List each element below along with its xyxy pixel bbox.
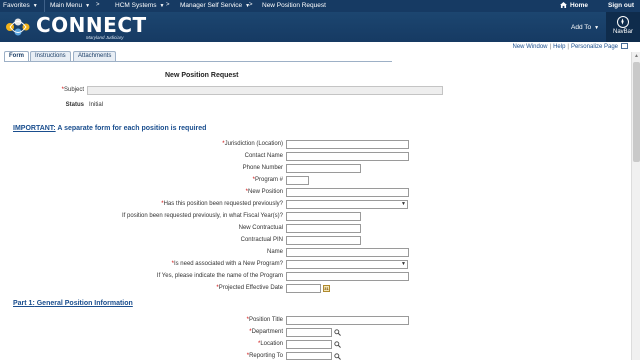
program-name-label: If Yes, please indicate the name of the … — [156, 273, 283, 279]
home-link[interactable]: Home — [560, 2, 588, 9]
vertical-scrollbar[interactable]: ▲ — [631, 52, 640, 360]
logo-text: CONNECT — [36, 13, 147, 37]
contractual-pin-label: Contractual PIN — [240, 237, 283, 243]
breadcrumb-separator: > — [249, 2, 253, 8]
contact-name-input[interactable] — [286, 152, 409, 161]
chevron-down-icon: ▼ — [401, 201, 406, 207]
breadcrumb-hcm-systems[interactable]: HCM Systems ▼ — [115, 2, 164, 9]
effective-date-input[interactable] — [286, 284, 321, 293]
subject-field — [87, 86, 443, 95]
requested-previously-select[interactable]: ▼ — [286, 200, 408, 209]
location-label: *Location — [257, 341, 283, 347]
breadcrumb-separator: > — [166, 2, 170, 8]
sign-out-link[interactable]: Sign out — [608, 2, 634, 9]
search-icon[interactable] — [334, 329, 341, 336]
status-label: Status — [65, 102, 84, 108]
new-contractual-input[interactable] — [286, 224, 361, 233]
logo-swirl-icon — [6, 18, 30, 36]
status-value: Initial — [89, 102, 104, 108]
tab-divider — [4, 61, 392, 62]
department-input[interactable] — [286, 328, 332, 337]
program-name-input[interactable] — [286, 272, 409, 281]
personalize-page-link[interactable]: Personalize Page — [571, 44, 618, 50]
chevron-down-icon: ▼ — [159, 3, 165, 9]
chevron-down-icon: ▼ — [32, 3, 38, 9]
nav-divider — [44, 0, 45, 12]
position-title-input[interactable] — [286, 316, 409, 325]
name-input[interactable] — [286, 248, 409, 257]
position-title-label: *Position Title — [246, 317, 283, 323]
jurisdiction-input[interactable] — [286, 140, 409, 149]
add-to-menu[interactable]: Add To ▼ — [571, 24, 599, 31]
link-divider: | — [549, 44, 552, 50]
breadcrumb-separator: > — [96, 2, 100, 8]
fiscal-year-label: If position been requested previously, i… — [122, 213, 283, 219]
jurisdiction-label: *Jurisdiction (Location) — [222, 141, 283, 147]
name-label: Name — [266, 249, 283, 255]
favorites-menu[interactable]: Favorites ▼ — [3, 2, 38, 9]
main-menu[interactable]: Main Menu ▼ — [50, 2, 90, 9]
compass-icon — [617, 16, 629, 28]
new-window-link[interactable]: New Window — [512, 44, 547, 50]
new-position-label: *New Position — [245, 189, 283, 195]
requested-previously-label: *Has this position been requested previo… — [161, 201, 283, 207]
new-position-input[interactable] — [286, 188, 409, 197]
search-icon[interactable] — [334, 341, 341, 348]
subject-label: *Subject — [61, 87, 84, 93]
fiscal-year-input[interactable] — [286, 212, 361, 221]
help-link[interactable]: Help — [553, 44, 565, 50]
calendar-icon[interactable]: 31 — [323, 285, 330, 292]
tab-instructions[interactable]: Instructions — [30, 51, 71, 61]
new-program-label: *Is need associated with a New Program? — [171, 261, 283, 267]
link-divider: | — [567, 44, 569, 50]
grid-icon[interactable] — [621, 43, 628, 49]
program-number-label: *Program # — [252, 177, 283, 183]
navbar-button[interactable]: NavBar — [606, 12, 640, 42]
chevron-down-icon: ▼ — [594, 25, 600, 31]
phone-number-input[interactable] — [286, 164, 361, 173]
search-icon[interactable] — [334, 353, 341, 360]
top-nav: Favorites ▼ Main Menu ▼ > HCM Systems ▼ > M… — [0, 0, 640, 12]
department-label: *Department — [249, 329, 283, 335]
part1-heading: Part 1: General Position Information — [13, 300, 133, 307]
effective-date-label: *Projected Effective Date — [216, 285, 283, 291]
scroll-thumb[interactable] — [633, 62, 640, 162]
reporting-to-input[interactable] — [286, 352, 332, 360]
page-links: New Window | Help | Personalize Page — [512, 43, 628, 50]
breadcrumb-current-page: New Position Request — [262, 2, 326, 9]
tab-attachments[interactable]: Attachments — [73, 51, 117, 61]
important-note: IMPORTANT: A separate form for each posi… — [13, 125, 207, 132]
new-program-select[interactable]: ▼ — [286, 260, 408, 269]
logo-subtitle: Maryland Judiciary — [86, 35, 124, 40]
contractual-pin-input[interactable] — [286, 236, 361, 245]
contact-name-label: Contact Name — [244, 153, 283, 159]
breadcrumb-manager-self-service[interactable]: Manager Self Service ▼ — [180, 2, 250, 9]
new-contractual-label: New Contractual — [238, 225, 283, 231]
navbar-label: NavBar — [612, 29, 633, 35]
phone-number-label: Phone Number — [242, 165, 283, 171]
home-icon — [560, 2, 567, 8]
chevron-down-icon: ▼ — [85, 3, 91, 9]
page-title: New Position Request — [165, 72, 239, 79]
scroll-up-arrow-icon[interactable]: ▲ — [633, 53, 640, 59]
tab-form[interactable]: Form — [4, 51, 29, 61]
location-input[interactable] — [286, 340, 332, 349]
chevron-down-icon: ▼ — [401, 261, 406, 267]
program-number-input[interactable] — [286, 176, 309, 185]
reporting-to-label: *Reporting To — [246, 353, 283, 359]
